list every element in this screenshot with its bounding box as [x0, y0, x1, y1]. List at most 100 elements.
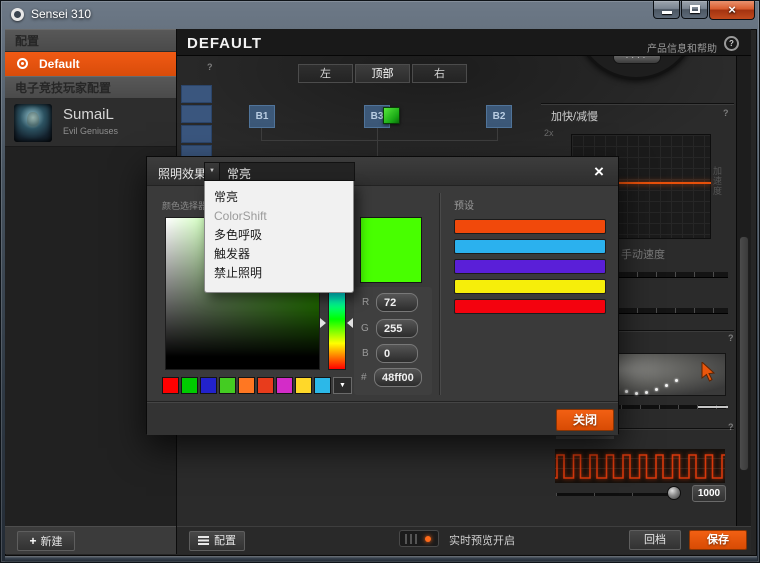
- square-wave-icon: [555, 454, 725, 479]
- page-title: DEFAULT: [187, 35, 263, 52]
- r-input[interactable]: [376, 293, 418, 312]
- g-label: G: [361, 323, 369, 334]
- color-picker-label: 颜色选择器: [162, 201, 208, 211]
- dialog-close-icon[interactable]: ×: [588, 162, 610, 182]
- config-button-label: 配置: [214, 535, 236, 547]
- plus-icon: +: [29, 534, 37, 548]
- help-label[interactable]: 产品信息和帮助: [647, 40, 717, 55]
- preset-color[interactable]: [454, 219, 606, 234]
- minimize-icon: [662, 11, 672, 14]
- maximize-button[interactable]: [681, 1, 708, 19]
- b-input[interactable]: [376, 344, 418, 363]
- sidebar-item-player-profile[interactable]: SumaiL Evil Geniuses: [5, 99, 176, 147]
- maximize-icon: [690, 5, 700, 13]
- panel-separator: [541, 103, 734, 105]
- hue-slider-left-arrow-icon[interactable]: [320, 318, 326, 328]
- tab-left[interactable]: 左: [298, 64, 353, 83]
- color-swatch[interactable]: [314, 377, 331, 394]
- polling-slider-knob[interactable]: [667, 486, 681, 500]
- dialog-title: 照明效果: [158, 167, 207, 181]
- effect-options-list: 常亮 ColorShift 多色呼吸 触发器 禁止照明: [204, 181, 354, 293]
- color-swatch[interactable]: [276, 377, 293, 394]
- close-window-button[interactable]: ×: [709, 1, 755, 20]
- chevron-down-icon: ▼: [205, 163, 220, 180]
- help-headset-icon[interactable]: ?: [724, 36, 739, 51]
- config-list-button[interactable]: 配置: [189, 531, 245, 551]
- preset-color[interactable]: [454, 279, 606, 294]
- player-name: SumaiL: [63, 106, 114, 123]
- trajectory-dot: [675, 379, 678, 382]
- effect-option-colorshift[interactable]: ColorShift: [205, 207, 353, 226]
- lighting-note-icon[interactable]: [383, 107, 400, 124]
- scrollbar-thumb[interactable]: [739, 236, 749, 471]
- color-swatch[interactable]: [238, 377, 255, 394]
- mouse-button-b2[interactable]: B2: [486, 105, 512, 128]
- cursor-icon: [701, 362, 716, 382]
- question-icon[interactable]: ?: [207, 62, 213, 72]
- accel-panel-title: 加快/减慢: [551, 111, 599, 123]
- color-swatch[interactable]: [181, 377, 198, 394]
- sidebar-item-default-profile[interactable]: Default: [5, 52, 176, 76]
- save-button[interactable]: 保存: [689, 530, 747, 550]
- scrollbar[interactable]: [736, 56, 751, 526]
- player-avatar: [14, 104, 52, 142]
- effect-option-steady[interactable]: 常亮: [205, 188, 353, 207]
- profile-selected-icon: [17, 58, 28, 69]
- accel-axis-label: 加速度: [712, 166, 722, 196]
- button-list-item[interactable]: [181, 85, 212, 103]
- effect-option-trigger[interactable]: 触发器: [205, 245, 353, 264]
- mouse-button-b1[interactable]: B1: [249, 105, 275, 128]
- dialog-close-button[interactable]: 关闭: [556, 409, 614, 431]
- polling-help-icon[interactable]: ?: [728, 422, 734, 432]
- trajectory-dot: [665, 384, 668, 387]
- accel-scale-label: 2x: [544, 128, 554, 138]
- default-profile-label: Default: [39, 57, 80, 71]
- toggle-on-indicator: [425, 536, 431, 542]
- toggle-ridges-icon: [405, 534, 419, 544]
- button-list-item[interactable]: [181, 125, 212, 143]
- effect-selected-value: 常亮: [227, 167, 252, 181]
- color-swatch[interactable]: [162, 377, 179, 394]
- tab-right[interactable]: 右: [412, 64, 467, 83]
- tab-top[interactable]: 顶部: [355, 64, 410, 83]
- minimize-button[interactable]: [653, 1, 680, 19]
- hex-input[interactable]: [374, 368, 422, 387]
- hex-label: #: [361, 372, 367, 383]
- g-input[interactable]: [376, 319, 418, 338]
- effect-option-disable[interactable]: 禁止照明: [205, 264, 353, 283]
- swatch-more-button[interactable]: ▼: [333, 377, 352, 394]
- b-label: B: [362, 348, 369, 359]
- app-window: Sensei 310 × 配置 Default 电子竞技玩家配置 SumaiL …: [0, 0, 760, 563]
- polling-value: 1000: [692, 485, 726, 502]
- title-bar[interactable]: Sensei 310 ×: [1, 1, 760, 29]
- manual-speed-label: 手动速度: [621, 249, 665, 261]
- color-swatch[interactable]: [257, 377, 274, 394]
- accel-help-icon[interactable]: ?: [723, 108, 729, 118]
- window-title: Sensei 310: [31, 7, 92, 21]
- cpi-dial-button[interactable]: ····: [613, 56, 661, 64]
- color-swatch[interactable]: [295, 377, 312, 394]
- effect-dropdown[interactable]: ▼ 常亮: [204, 162, 355, 181]
- trajectory-dot: [655, 388, 658, 391]
- rollback-button[interactable]: 回档: [629, 530, 681, 550]
- trajectory-dot: [635, 392, 638, 395]
- r-label: R: [362, 297, 370, 308]
- current-color-preview: [360, 217, 422, 283]
- color-swatch[interactable]: [219, 377, 236, 394]
- live-preview-toggle[interactable]: [399, 530, 439, 547]
- color-swatch[interactable]: [200, 377, 217, 394]
- effect-option-multicolor-breathe[interactable]: 多色呼吸: [205, 226, 353, 245]
- polling-slider-track[interactable]: [556, 493, 674, 496]
- button-list-item[interactable]: [181, 105, 212, 123]
- new-profile-button[interactable]: + 新建: [17, 531, 75, 551]
- new-button-label: 新建: [40, 536, 63, 548]
- connector-line: [377, 128, 378, 158]
- preset-color[interactable]: [454, 239, 606, 254]
- trajectory-help-icon[interactable]: ?: [728, 333, 734, 343]
- hue-slider-right-arrow-icon[interactable]: [347, 318, 353, 328]
- preset-color[interactable]: [454, 299, 606, 314]
- presets-label: 预设: [454, 201, 474, 212]
- sidebar-footer: + 新建: [5, 526, 176, 554]
- trajectory-dot: [645, 391, 648, 394]
- preset-color[interactable]: [454, 259, 606, 274]
